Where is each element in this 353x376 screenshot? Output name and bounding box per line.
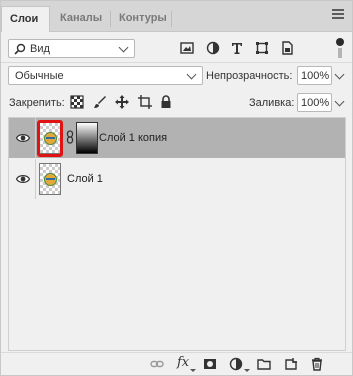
layer-row-copy[interactable]: Слой 1 копия (9, 118, 345, 158)
link-layers-icon[interactable] (150, 357, 164, 371)
smart-object-filter-icon[interactable] (280, 41, 294, 55)
add-mask-icon[interactable] (203, 357, 217, 371)
eye-icon[interactable] (16, 132, 30, 144)
lock-all-icon[interactable] (159, 95, 173, 109)
chevron-down-icon (118, 42, 129, 53)
chevron-down-icon (244, 369, 250, 372)
fill-value: 100% (301, 97, 330, 109)
layer-mask-thumbnail[interactable] (76, 122, 98, 154)
search-icon (14, 43, 26, 55)
opacity-input[interactable]: 100% (297, 66, 332, 85)
chevron-down-icon (334, 69, 345, 80)
chevron-down-icon (186, 69, 197, 80)
divider (1, 62, 352, 63)
filter-kind-select[interactable]: Вид (8, 39, 135, 58)
layers-panel: Слои Каналы Контуры Вид Обычные Непрозра… (0, 0, 353, 376)
tab-layers-label: Слои (10, 13, 39, 25)
tab-channels[interactable]: Каналы (52, 6, 110, 32)
divider (35, 159, 36, 199)
image-filter-icon[interactable] (180, 41, 194, 55)
divider (1, 352, 352, 353)
lock-image-icon[interactable] (93, 95, 107, 109)
chevron-down-icon (190, 369, 196, 372)
chevron-down-icon (334, 96, 345, 107)
filter-kind-label: Вид (30, 43, 50, 55)
lock-artboard-icon[interactable] (138, 95, 152, 109)
tab-layers[interactable]: Слои (1, 6, 50, 32)
adjustment-layer-icon[interactable] (229, 357, 243, 371)
blend-mode-select[interactable]: Обычные (8, 66, 203, 85)
tab-bar: Слои Каналы Контуры (1, 1, 352, 32)
lock-transparent-icon[interactable] (70, 95, 84, 109)
panel-menu-icon[interactable] (332, 9, 344, 21)
chain-link-icon[interactable] (66, 130, 74, 144)
tab-paths[interactable]: Контуры (111, 6, 175, 32)
shape-filter-icon[interactable] (255, 41, 269, 55)
thumbnail-image (44, 173, 57, 186)
filter-toggle[interactable] (336, 38, 344, 58)
blend-mode-value: Обычные (15, 70, 64, 82)
layer-name[interactable]: Слой 1 (67, 173, 103, 185)
opacity-label: Непрозрачность: (206, 70, 293, 82)
fill-dropdown[interactable] (334, 93, 346, 112)
layers-list: Слой 1 копия Слой 1 (8, 117, 346, 351)
new-layer-icon[interactable] (284, 357, 298, 371)
fx-icon[interactable]: fx (177, 355, 189, 370)
opacity-dropdown[interactable] (334, 66, 346, 85)
eye-icon[interactable] (16, 173, 30, 185)
opacity-value: 100% (301, 70, 330, 82)
lock-label: Закрепить: (9, 97, 65, 109)
divider (35, 118, 36, 158)
tab-paths-label: Контуры (119, 12, 167, 24)
layer-name[interactable]: Слой 1 копия (99, 132, 167, 144)
tab-divider (171, 11, 172, 27)
highlight-frame (37, 120, 63, 157)
layer-thumbnail[interactable] (39, 163, 61, 195)
type-filter-icon[interactable] (230, 41, 244, 55)
delete-icon[interactable] (310, 357, 324, 371)
layer-row-base[interactable]: Слой 1 (9, 159, 345, 199)
new-group-icon[interactable] (257, 357, 271, 371)
fill-label: Заливка: (249, 97, 295, 109)
tab-channels-label: Каналы (60, 12, 103, 24)
fill-input[interactable]: 100% (297, 93, 332, 112)
adjustment-filter-icon[interactable] (206, 41, 220, 55)
lock-position-icon[interactable] (115, 95, 129, 109)
